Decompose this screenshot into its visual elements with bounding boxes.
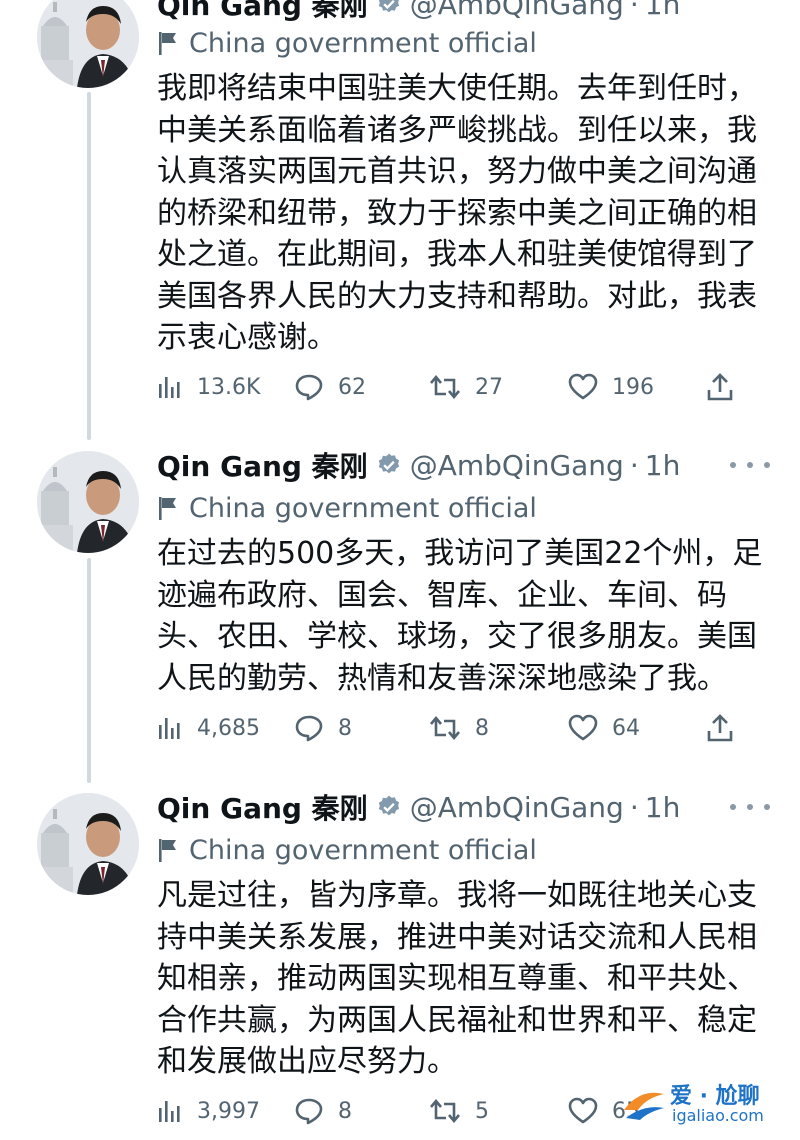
share-button[interactable] [705, 708, 749, 748]
reply-icon [295, 374, 323, 401]
more-button[interactable] [730, 793, 770, 821]
label-text: China government official [189, 492, 537, 524]
watermark-logo-icon [624, 1092, 664, 1120]
verified-badge-icon [378, 453, 399, 474]
retweet-count: 27 [475, 374, 503, 400]
views-icon [159, 718, 180, 739]
handle[interactable]: @AmbQinGang [410, 0, 624, 21]
tweet-text: 在过去的500多天，我访问了美国22个州，足 迹遍布政府、国会、智库、企业、车间… [157, 536, 763, 696]
like-button[interactable]: 64 [568, 708, 640, 748]
more-icon [764, 804, 770, 810]
retweet-count: 8 [475, 715, 489, 741]
retweet-icon [430, 1098, 460, 1124]
retweet-icon [430, 374, 460, 400]
separator: · [629, 448, 639, 482]
label-text: China government official [189, 834, 537, 866]
reply-count: 8 [338, 1098, 352, 1124]
government-label[interactable]: China government official [157, 23, 537, 63]
like-count: 64 [612, 715, 640, 741]
thread-line [87, 92, 91, 440]
separator: · [629, 790, 639, 824]
views-icon [159, 1101, 180, 1122]
like-icon [568, 373, 598, 400]
tweet-header: Qin Gang 秦刚 @AmbQinGang · 1h [157, 445, 770, 485]
views-count: 3,997 [197, 1098, 260, 1124]
tweet-actions: 13.6K 62 27 196 [157, 367, 757, 407]
tweet-text: 凡是过往，皆为序章。我将一如既往地关心支 持中美关系发展，推进中美对话交流和人民… [157, 878, 757, 1079]
reply-button[interactable]: 8 [294, 1091, 352, 1131]
views-button[interactable]: 3,997 [157, 1091, 260, 1131]
separator: · [629, 0, 639, 21]
reply-icon [295, 1098, 323, 1125]
share-icon [707, 373, 733, 401]
views-button[interactable]: 13.6K [157, 367, 260, 407]
more-button[interactable] [730, 451, 770, 479]
tweet-header: Qin Gang 秦刚 @AmbQinGang · 1h [157, 0, 770, 24]
reply-button[interactable]: 62 [294, 367, 366, 407]
views-count: 4,685 [197, 715, 260, 741]
retweet-count: 5 [475, 1098, 489, 1124]
watermark-url: igaliao.com [672, 1106, 764, 1125]
avatar[interactable] [37, 0, 139, 88]
more-icon [730, 462, 736, 468]
flag-icon [159, 497, 176, 520]
more-icon [747, 804, 753, 810]
flag-icon [159, 32, 176, 55]
timestamp[interactable]: 1h [645, 449, 681, 482]
thread-line [87, 558, 91, 783]
timestamp[interactable]: 1h [645, 0, 681, 21]
reply-count: 62 [338, 374, 366, 400]
verified-badge-icon [378, 795, 399, 816]
like-count: 196 [612, 374, 654, 400]
handle[interactable]: @AmbQinGang [410, 791, 624, 824]
more-icon [730, 804, 736, 810]
retweet-icon [430, 715, 460, 741]
share-icon [707, 714, 733, 742]
avatar[interactable] [37, 793, 139, 895]
tweet-text: 我即将结束中国驻美大使任期。去年到任时， 中美关系面临着诸多严峻挑战。到任以来，… [157, 71, 757, 355]
government-label[interactable]: China government official [157, 830, 537, 870]
display-name[interactable]: Qin Gang 秦刚 [157, 787, 368, 827]
views-icon [159, 377, 180, 398]
flag-icon [159, 839, 176, 862]
tweet-actions: 4,685 8 8 64 [157, 708, 757, 748]
more-icon [764, 462, 770, 468]
reply-count: 8 [338, 715, 352, 741]
timestamp[interactable]: 1h [645, 791, 681, 824]
retweet-button[interactable]: 8 [429, 708, 489, 748]
retweet-button[interactable]: 27 [429, 367, 503, 407]
retweet-button[interactable]: 5 [429, 1091, 489, 1131]
like-icon [568, 1097, 598, 1124]
verified-badge-icon [378, 0, 399, 13]
display-name[interactable]: Qin Gang 秦刚 [157, 0, 368, 24]
views-count: 13.6K [197, 374, 261, 400]
watermark: 爱 · 尬聊 igaliao.com [620, 1076, 788, 1132]
reply-icon [295, 715, 323, 742]
display-name[interactable]: Qin Gang 秦刚 [157, 445, 368, 485]
more-icon [747, 462, 753, 468]
views-button[interactable]: 4,685 [157, 708, 260, 748]
reply-button[interactable]: 8 [294, 708, 352, 748]
avatar[interactable] [37, 451, 139, 553]
like-icon [568, 714, 598, 741]
label-text: China government official [189, 27, 537, 59]
share-button[interactable] [705, 367, 749, 407]
government-label[interactable]: China government official [157, 488, 537, 528]
like-button[interactable]: 196 [568, 367, 654, 407]
handle[interactable]: @AmbQinGang [410, 449, 624, 482]
tweet-header: Qin Gang 秦刚 @AmbQinGang · 1h [157, 787, 770, 827]
